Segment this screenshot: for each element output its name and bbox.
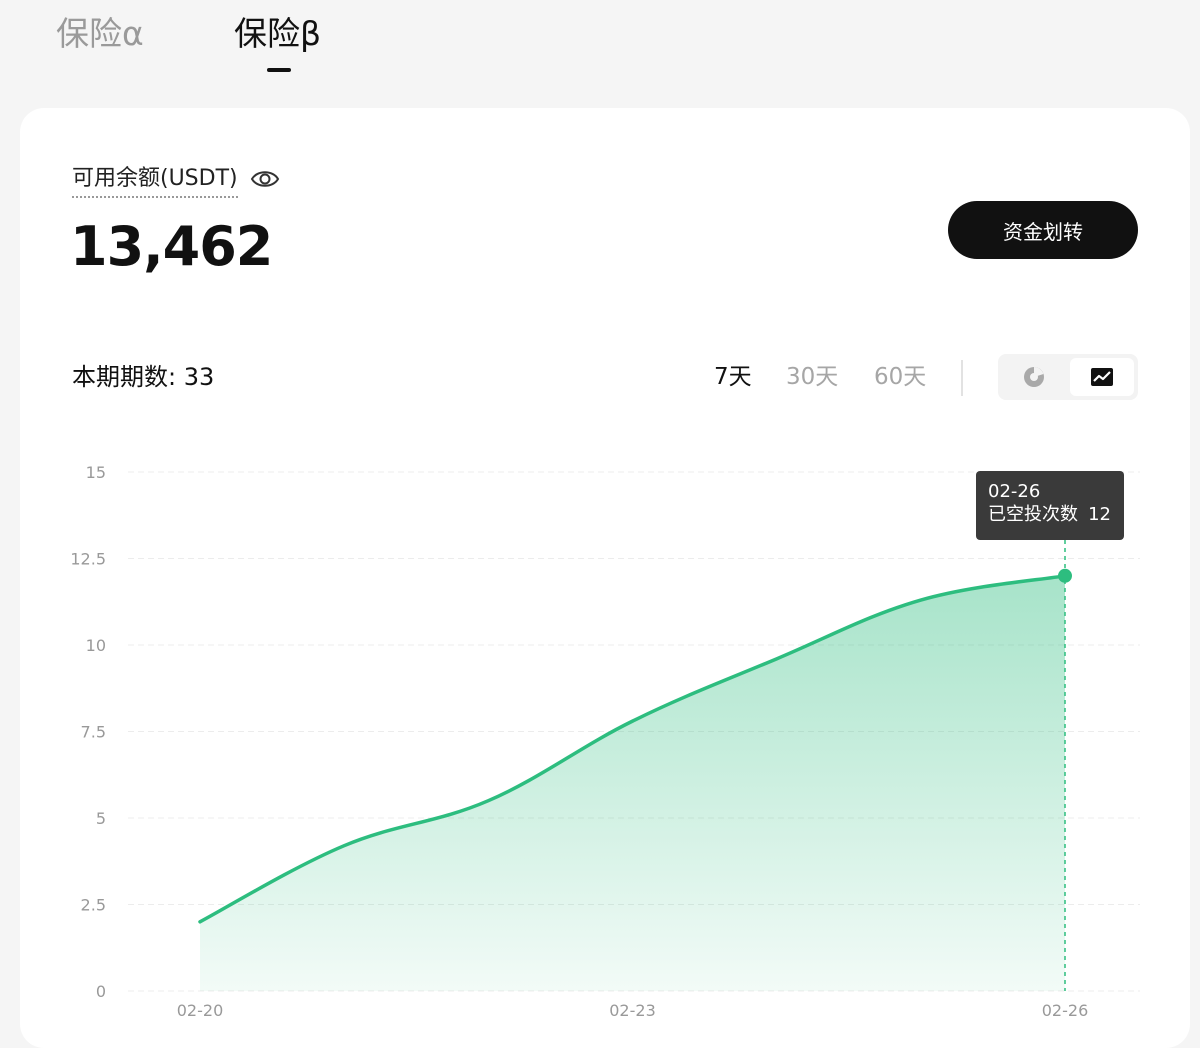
range-divider [961,360,963,396]
line-view-button[interactable] [1070,358,1134,396]
line-chart-icon [1091,368,1113,386]
active-tab-indicator [267,68,291,72]
tab-insurance-beta[interactable]: 保险β [234,12,321,56]
tab-insurance-alpha[interactable]: 保险α [56,12,144,56]
eye-icon[interactable] [250,166,280,192]
balance-card: 可用余额(USDT) 13,462 资金划转 本期期数: 33 7天 30天 6… [20,108,1190,1048]
balance-value: 13,462 [70,215,273,278]
range-30d[interactable]: 30天 [786,362,838,392]
transfer-button[interactable]: 资金划转 [948,201,1138,259]
pie-view-button[interactable] [1002,358,1066,396]
pie-chart-icon [1024,367,1044,387]
chart-view-toggle [998,354,1138,400]
period-count: 本期期数: 33 [72,363,215,391]
tab-bar: 保险α 保险β [0,0,1200,100]
range-60d[interactable]: 60天 [874,362,926,392]
range-7d[interactable]: 7天 [714,362,752,392]
balance-label[interactable]: 可用余额(USDT) [72,164,238,198]
